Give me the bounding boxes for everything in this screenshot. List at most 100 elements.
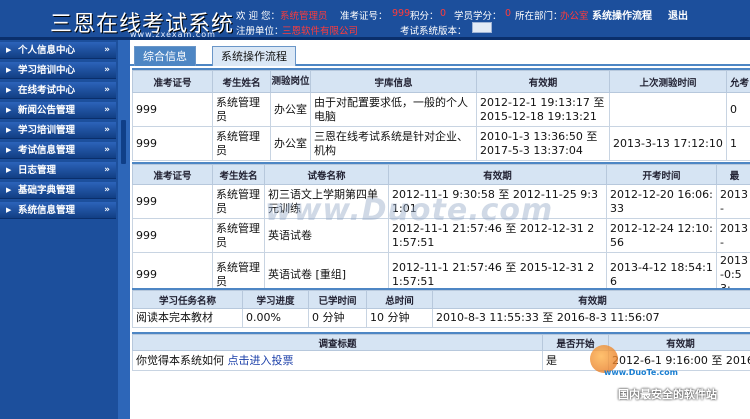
cell-ticket: 999 xyxy=(132,126,213,161)
survey-table: 调查标题 是否开始 有效期 你觉得本系统如何 点击进入投票 是 2012-6-1… xyxy=(132,334,750,371)
column-header: 考生姓名 xyxy=(212,70,271,93)
exam-info-panel: 准考证号 考生姓名 测验岗位 宇库信息 有效期 上次测验时间 允考 999 系统… xyxy=(132,68,750,161)
sidebar-item-exam-mgmt[interactable]: ▶ 考试信息管理 » xyxy=(0,142,116,159)
sidebar-item-training-center[interactable]: ▶ 学习培训中心 » xyxy=(0,62,116,79)
cell-post: 办公室 xyxy=(270,92,311,127)
column-header: 学习进度 xyxy=(242,290,309,309)
watermark-tagline: 国内最安全的软件站 xyxy=(618,388,717,401)
cell-paper: 初三语文上学期第四单元训练 xyxy=(264,184,389,219)
sidebar-item-label: 系统信息管理 xyxy=(18,205,76,216)
cell-start-time: 2012-12-24 12:10:56 xyxy=(606,218,717,253)
table-row[interactable]: 999 系统管理员 英语试卷 2012-11-1 21:57:46 至 2012… xyxy=(132,218,750,253)
cell-ticket: 999 xyxy=(132,218,213,253)
chevron-down-icon: » xyxy=(104,65,110,75)
dept-value: 办公室 xyxy=(560,11,589,22)
play-icon: ▶ xyxy=(6,146,12,154)
play-icon: ▶ xyxy=(6,46,12,54)
cell-ticket: 999 xyxy=(132,92,213,127)
column-header: 准考证号 xyxy=(132,164,213,185)
play-icon: ▶ xyxy=(6,86,12,94)
column-header: 有效期 xyxy=(432,290,750,309)
watermark-small: www.DuoTe.com xyxy=(604,368,678,377)
table-header-row: 准考证号 考生姓名 测验岗位 宇库信息 有效期 上次测验时间 允考 xyxy=(132,70,750,93)
reg-label: 注册单位： xyxy=(236,26,284,37)
sidebar-item-personal[interactable]: ▶ 个人信息中心 » xyxy=(0,42,116,59)
chevron-down-icon: » xyxy=(104,125,110,135)
chevron-down-icon: » xyxy=(104,185,110,195)
sidebar: ▶ 个人信息中心 » ▶ 学习培训中心 » ▶ 在线考试中心 » ▶ 新闻公告管理 » ▶ 学习培… xyxy=(0,40,118,419)
column-header: 开考时间 xyxy=(606,164,717,185)
cell-last-time: 2013-3-13 17:12:10 xyxy=(609,126,727,161)
sidebar-item-label: 基础字典管理 xyxy=(18,185,76,196)
cell-last-time xyxy=(609,92,727,127)
chevron-down-icon: » xyxy=(104,205,110,215)
play-icon: ▶ xyxy=(6,166,12,174)
table-row[interactable]: 阅读本完本教材 0.00% 0 分钟 10 分钟 2010-8-3 11:55:… xyxy=(132,308,750,328)
sidebar-item-label: 日志管理 xyxy=(18,165,57,176)
learning-task-panel: 学习任务名称 学习进度 已学时间 总时间 有效期 阅读本完本教材 0.00% 0… xyxy=(132,288,750,328)
sidebar-collapse-bar[interactable] xyxy=(118,40,130,419)
score-label: 积分： xyxy=(410,11,439,22)
column-header: 有效期 xyxy=(608,334,750,351)
vote-link[interactable]: 点击进入投票 xyxy=(228,354,294,367)
tab-operation-flow[interactable]: 系统操作流程 xyxy=(212,46,296,66)
cell-period: 2010-8-3 11:55:33 至 2016-8-3 11:56:07 xyxy=(432,308,750,328)
column-header: 学习任务名称 xyxy=(132,290,243,309)
sidebar-item-label: 新闻公告管理 xyxy=(18,105,76,116)
table-header-row: 学习任务名称 学习进度 已学时间 总时间 有效期 xyxy=(132,290,750,309)
column-header: 有效期 xyxy=(388,164,607,185)
ticket-label: 准考证号： xyxy=(340,11,388,22)
chevron-down-icon: » xyxy=(104,165,110,175)
exam-paper-panel: 准考证号 考生姓名 试卷名称 有效期 开考时间 最 999 系统管理员 初三语文… xyxy=(132,162,750,298)
column-header: 调查标题 xyxy=(132,334,543,351)
operation-flow-link[interactable]: 系统操作流程 xyxy=(592,7,652,22)
column-header: 允考 xyxy=(726,70,750,93)
cell-period: 2010-1-3 13:36:50 至 2017-5-3 13:37:04 xyxy=(476,126,610,161)
table-row[interactable]: 999 系统管理员 初三语文上学期第四单元训练 2012-11-1 9:30:5… xyxy=(132,184,750,219)
table-header-row: 准考证号 考生姓名 试卷名称 有效期 开考时间 最 xyxy=(132,164,750,185)
tab-overview[interactable]: 综合信息 xyxy=(134,46,196,66)
sidebar-item-training-mgmt[interactable]: ▶ 学习培训管理 » xyxy=(0,122,116,139)
cell-last: 2013- xyxy=(716,218,750,253)
sidebar-item-dictionary[interactable]: ▶ 基础字典管理 » xyxy=(0,182,116,199)
cell-total: 10 分钟 xyxy=(366,308,433,328)
tab-bar: 综合信息 系统操作流程 xyxy=(130,40,750,66)
cell-bank: 由于对配置要求低，一般的个人电脑 xyxy=(310,92,477,127)
cell-allowed: 1 xyxy=(726,126,750,161)
sidebar-item-label: 学习培训中心 xyxy=(18,65,76,76)
chevron-down-icon: » xyxy=(104,85,110,95)
cell-last: 2013- xyxy=(716,184,750,219)
chevron-down-icon: » xyxy=(104,105,110,115)
version-select[interactable] xyxy=(472,22,492,33)
sidebar-item-logs[interactable]: ▶ 日志管理 » xyxy=(0,162,116,179)
sidebar-item-exam-center[interactable]: ▶ 在线考试中心 » xyxy=(0,82,116,99)
collapse-handle[interactable] xyxy=(121,120,126,164)
cell-progress: 0.00% xyxy=(242,308,309,328)
sidebar-item-label: 考试信息管理 xyxy=(18,145,76,156)
cell-ticket: 999 xyxy=(132,184,213,219)
version-label: 考试系统版本： xyxy=(400,26,467,37)
exam-paper-table: 准考证号 考生姓名 试卷名称 有效期 开考时间 最 999 系统管理员 初三语文… xyxy=(132,164,750,298)
logout-link[interactable]: 退出 xyxy=(668,7,688,22)
sidebar-item-system[interactable]: ▶ 系统信息管理 » xyxy=(0,202,116,219)
column-header: 上次测验时间 xyxy=(609,70,727,93)
table-header-row: 调查标题 是否开始 有效期 xyxy=(132,334,750,351)
main-content: 综合信息 系统操作流程 准考证号 考生姓名 测验岗位 宇库信息 有效期 上次测验… xyxy=(130,40,750,419)
cell-name: 系统管理员 xyxy=(212,126,271,161)
score-value: 0 xyxy=(440,8,447,19)
play-icon: ▶ xyxy=(6,66,12,74)
learning-task-table: 学习任务名称 学习进度 已学时间 总时间 有效期 阅读本完本教材 0.00% 0… xyxy=(132,290,750,328)
cell-name: 系统管理员 xyxy=(212,184,265,219)
credit-label: 学员学分： xyxy=(454,11,502,22)
column-header: 考生姓名 xyxy=(212,164,265,185)
column-header: 试卷名称 xyxy=(264,164,389,185)
table-row[interactable]: 999 系统管理员 办公室 三恩在线考试系统是针对企业、机构 2010-1-3 … xyxy=(132,126,750,161)
app-header: 三恩在线考试系统 www.zxexam.com 欢 迎 您： 系统管理员 准考证… xyxy=(0,0,750,40)
sidebar-item-news[interactable]: ▶ 新闻公告管理 » xyxy=(0,102,116,119)
table-row[interactable]: 999 系统管理员 办公室 由于对配置要求低，一般的个人电脑 2012-12-1… xyxy=(132,92,750,127)
cell-period: 2012-12-1 19:13:17 至 2015-12-18 19:13:21 xyxy=(476,92,610,127)
cell-studied: 0 分钟 xyxy=(308,308,367,328)
exam-info-table: 准考证号 考生姓名 测验岗位 宇库信息 有效期 上次测验时间 允考 999 系统… xyxy=(132,70,750,161)
credit-value: 0 xyxy=(505,8,512,19)
play-icon: ▶ xyxy=(6,106,12,114)
